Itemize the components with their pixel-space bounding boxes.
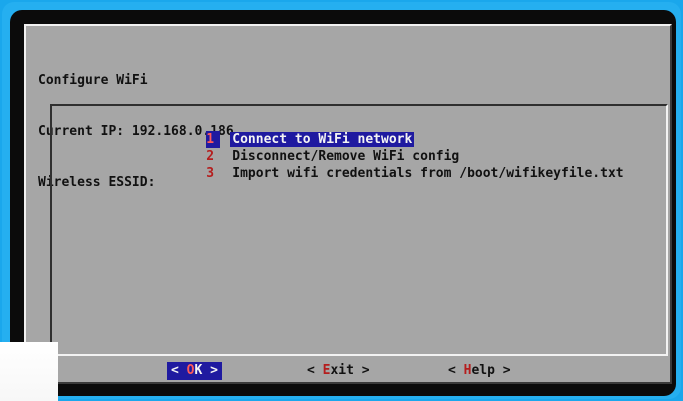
wifi-config-dialog: Configure WiFi Current IP: 192.168.0.186… bbox=[24, 24, 672, 384]
exit-button-label: xit bbox=[330, 363, 354, 378]
help-button-left-bracket: < bbox=[448, 363, 464, 378]
exit-button-right-bracket: > bbox=[353, 363, 370, 378]
menu-item-label: Import wifi credentials from /boot/wifik… bbox=[232, 166, 624, 181]
help-button[interactable]: < Help > bbox=[444, 362, 515, 380]
terminal-screen: Configure WiFi Current IP: 192.168.0.186… bbox=[10, 10, 676, 396]
ok-button[interactable]: < OK > bbox=[167, 362, 222, 380]
ok-button-right-bracket: > bbox=[202, 363, 218, 378]
menu-list: 1 Connect to WiFi network 2 Disconnect/Rem… bbox=[50, 104, 668, 356]
menu-item-number: 3 bbox=[206, 166, 215, 181]
button-bar: < OK > < Exit > < Help > bbox=[26, 362, 670, 382]
ok-button-left-bracket: < bbox=[171, 363, 187, 378]
help-button-right-bracket: > bbox=[494, 363, 511, 378]
menu-item-connect-wifi[interactable]: 1 Connect to WiFi network bbox=[128, 114, 415, 148]
dialog-title: Configure WiFi bbox=[38, 73, 148, 88]
menu-item-import-credentials[interactable]: 3 Import wifi credentials from /boot/wifi… bbox=[128, 148, 626, 181]
exit-button[interactable]: < Exit > bbox=[303, 362, 374, 380]
menu-item-disconnect-wifi[interactable]: 2 Disconnect/Remove WiFi config bbox=[128, 131, 461, 164]
corner-glare bbox=[0, 342, 58, 401]
help-button-label: elp bbox=[471, 363, 495, 378]
exit-button-left-bracket: < bbox=[307, 363, 323, 378]
screenshot-frame: Configure WiFi Current IP: 192.168.0.186… bbox=[2, 2, 681, 399]
